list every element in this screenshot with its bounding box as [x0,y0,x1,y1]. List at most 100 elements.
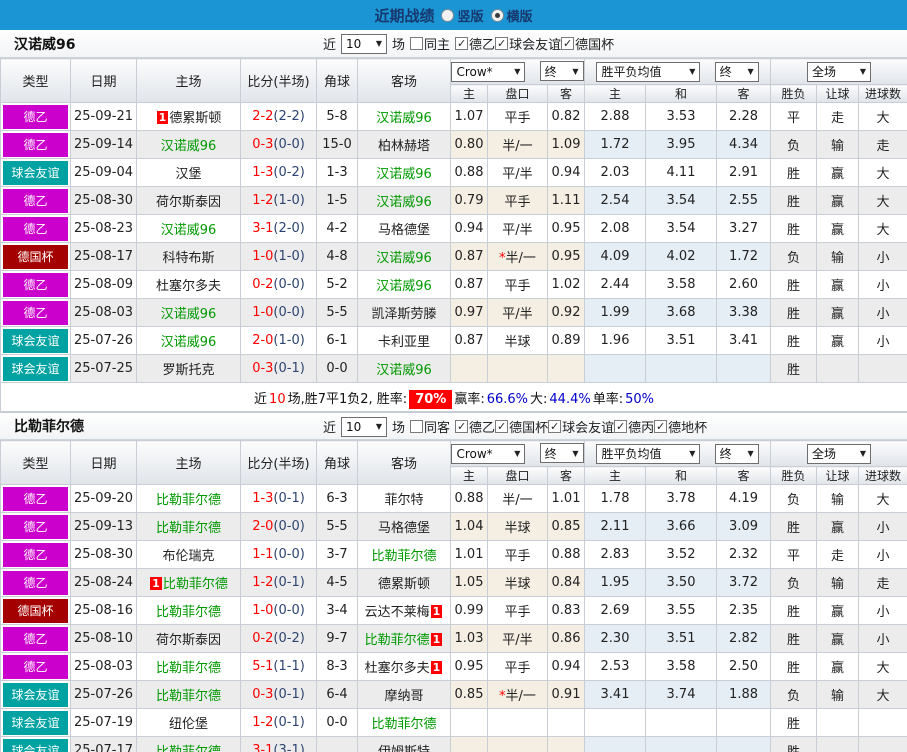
home-team-name[interactable]: 比勒菲尔德 [163,577,228,592]
away-team-name[interactable]: 云达不莱梅 [365,605,430,620]
view-option-horizontal[interactable]: 横版 [490,6,533,25]
odds-company-select[interactable]: Crow* [451,443,526,464]
home-team-name[interactable]: 比勒菲尔德 [156,605,221,620]
mean-final-select[interactable]: 终 [714,443,759,464]
checkbox-checked-icon[interactable] [548,420,562,433]
mean-select[interactable]: 胜平负均值 [596,443,701,464]
match-row: 德乙 25-08-10 荷尔斯泰因 0-2(0-2) 9-7 比勒菲尔德 1 1.03 平/半 0… [0,624,907,653]
away-team-name[interactable]: 菲尔特 [384,493,423,508]
away-team-name[interactable]: 汉诺威96 [376,363,432,378]
competition-cell: 德国杯 [0,596,71,625]
home-team-name[interactable]: 汉诺威96 [161,223,217,238]
away-team-name[interactable]: 汉诺威96 [376,251,432,266]
away-team-name[interactable]: 比勒菲尔德 [365,633,430,648]
mean-odds-value: 4.34 [716,130,772,159]
home-team-name[interactable]: 汉堡 [175,167,201,182]
away-team-name[interactable]: 汉诺威96 [376,167,432,182]
away-team-name[interactable]: 伊姆斯特 [378,745,430,752]
mean-odds-value: 2.35 [716,596,772,625]
col-score: 比分(半场) [240,58,317,103]
home-team-name[interactable]: 德累斯顿 [169,111,221,126]
checkbox-checked-icon[interactable] [495,37,509,50]
away-team-name[interactable]: 摩纳哥 [384,689,423,704]
recent-count-select[interactable]: 10 [341,33,388,54]
away-team-name[interactable]: 汉诺威96 [376,195,432,210]
home-team-name[interactable]: 比勒菲尔德 [156,521,221,536]
competition-cell: 球会友谊 [0,326,71,355]
league-filter[interactable]: 德国杯 [495,417,548,436]
away-team-name[interactable]: 汉诺威96 [376,111,432,126]
home-team-name[interactable]: 汉诺威96 [161,307,217,322]
home-team-name[interactable]: 比勒菲尔德 [156,493,221,508]
mean-select[interactable]: 胜平负均值 [596,61,701,82]
league-filter[interactable]: 德乙 [455,34,495,53]
outcome-value: 负 [770,130,818,159]
checkbox-icon[interactable] [410,420,424,433]
checkbox-checked-icon[interactable] [455,37,469,50]
competition-tag: 德国杯 [3,244,68,269]
home-team-name[interactable]: 荷尔斯泰因 [156,633,221,648]
away-team-cell: 比勒菲尔德 [357,540,451,569]
match-row: 德国杯 25-08-17 科特布斯 1-0(1-0) 4-8 汉诺威96 0.87 *半/一 0… [0,242,907,271]
away-team-name[interactable]: 凯泽斯劳滕 [371,307,436,322]
league-filter[interactable]: 德地杯 [654,417,707,436]
league-filter[interactable]: 球会友谊 [495,34,561,53]
mean-odds-value: 2.03 [584,158,647,187]
home-team-name[interactable]: 比勒菲尔德 [156,689,221,704]
away-team-name[interactable]: 汉诺威96 [376,279,432,294]
home-team-name[interactable]: 荷尔斯泰因 [156,195,221,210]
home-team-name[interactable]: 汉诺威96 [161,335,217,350]
checkbox-checked-icon[interactable] [614,420,628,433]
home-team-name[interactable]: 纽伦堡 [169,717,208,732]
mean-odds-value: 3.72 [716,568,772,597]
home-team-name[interactable]: 布伦瑞克 [162,549,214,564]
competition-tag: 德国杯 [3,598,68,623]
home-team-name[interactable]: 汉诺威96 [161,139,217,154]
league-filter[interactable]: 德丙 [614,417,654,436]
home-team-name[interactable]: 科特布斯 [162,251,214,266]
halftime-score: (1-0) [273,249,305,264]
league-filter[interactable]: 德国杯 [561,34,614,53]
fulltime-select[interactable]: 全场 [807,443,872,464]
mean-final-select[interactable]: 终 [714,61,759,82]
radio-checked-icon[interactable] [490,8,504,22]
home-team-cell: 汉诺威96 [136,298,241,327]
odds-final-select[interactable]: 终 [539,443,584,464]
home-team-cell: 罗斯托克 [136,354,241,383]
checkbox-checked-icon[interactable] [654,420,668,433]
league-filter[interactable]: 球会友谊 [548,417,614,436]
fulltime-select[interactable]: 全场 [807,61,872,82]
home-team-name[interactable]: 罗斯托克 [162,363,214,378]
checkbox-checked-icon[interactable] [561,37,575,50]
same-venue-filter[interactable]: 同主 [410,34,450,53]
away-team-cell: 汉诺威96 [357,158,451,187]
away-team-name[interactable]: 马格德堡 [378,223,430,238]
away-team-name[interactable]: 比勒菲尔德 [371,717,436,732]
col-mean-draw: 和 [645,84,718,103]
away-team-name[interactable]: 德累斯顿 [378,577,430,592]
away-team-name[interactable]: 柏林赫塔 [378,139,430,154]
checkbox-checked-icon[interactable] [495,420,509,433]
home-team-cell: 汉诺威96 [136,214,241,243]
away-team-name[interactable]: 比勒菲尔德 [371,549,436,564]
league-filter[interactable]: 德乙 [455,417,495,436]
mean-odds-value: 2.44 [584,270,647,299]
outcome-value: 赢 [816,186,860,215]
away-team-name[interactable]: 杜塞尔多夫 [365,661,430,676]
view-option-vertical[interactable]: 竖版 [441,6,484,25]
same-venue-filter[interactable]: 同客 [410,417,450,436]
away-team-name[interactable]: 卡利亚里 [378,335,430,350]
away-team-cell: 汉诺威96 [357,354,451,383]
outcome-value: 平 [770,540,818,569]
odds-final-select[interactable]: 终 [539,61,584,82]
home-team-name[interactable]: 杜塞尔多夫 [156,279,221,294]
odds-value [546,354,586,383]
odds-company-select[interactable]: Crow* [451,61,526,82]
checkbox-icon[interactable] [410,37,424,50]
radio-icon[interactable] [441,8,455,22]
away-team-name[interactable]: 马格德堡 [378,521,430,536]
home-team-name[interactable]: 比勒菲尔德 [156,661,221,676]
home-team-name[interactable]: 比勒菲尔德 [156,745,221,752]
recent-count-select[interactable]: 10 [341,416,388,437]
checkbox-checked-icon[interactable] [455,420,469,433]
